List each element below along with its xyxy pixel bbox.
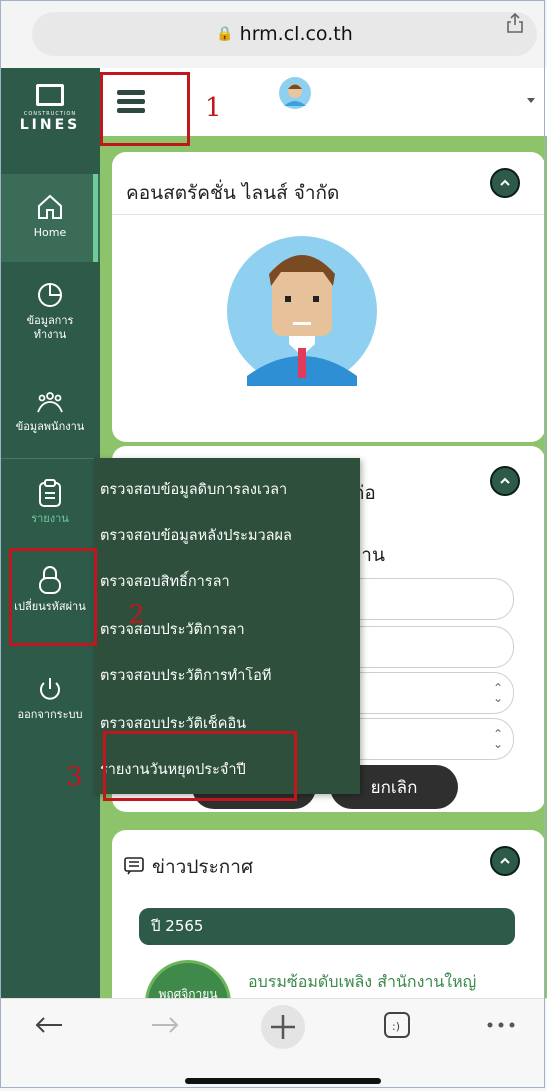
news-year-bar[interactable]: ปี 2565 (139, 908, 515, 945)
home-indicator (185, 1078, 381, 1084)
company-name: คอนสตรัคชั่น ไลนส์ จำกัด (126, 182, 340, 204)
clipboard-icon (39, 479, 61, 507)
lock-icon: 🔒 (216, 26, 234, 42)
menu-item-processed-data[interactable]: ตรวจสอบข้อมูลหลังประมวลผล (100, 524, 292, 547)
sidebar-item-logout[interactable]: ออกจากระบบ (0, 674, 100, 722)
sidebar-item-home[interactable]: Home (0, 174, 100, 262)
more-icon[interactable] (486, 1021, 516, 1029)
news-headline[interactable]: อบรมซ้อมดับเพลิง สำนักงานใหญ่ (248, 970, 476, 995)
back-arrow-icon[interactable] (34, 1015, 64, 1035)
sidebar-item-label: ข้อมูลการทำงาน (26, 314, 74, 341)
profile-card: คอนสตรัคชั่น ไลนส์ จำกัด (112, 152, 545, 442)
avatar[interactable] (278, 76, 312, 110)
sidebar-item-report[interactable]: รายงาน (0, 478, 100, 526)
active-indicator (93, 174, 98, 262)
sidebar-item-label: Home (33, 226, 67, 239)
browser-top-bar: 🔒 hrm.cl.co.th (0, 0, 547, 68)
menu-item-raw-time[interactable]: ตรวจสอบข้อมูลดิบการลงเวลา (100, 478, 287, 501)
sidebar-item-work-data[interactable]: ข้อมูลการทำงาน (0, 280, 100, 342)
annotation-box-1 (100, 72, 190, 146)
logo-big-text: LINES (19, 116, 81, 133)
plus-icon[interactable] (259, 1003, 307, 1051)
menu-item-ot-history[interactable]: ตรวจสอบประวัติการทำโอที (100, 664, 271, 687)
sidebar-item-label: รายงาน (31, 512, 69, 525)
updown-icon: ⌃ ⌄ (492, 727, 503, 751)
sidebar-item-label: ออกจากระบบ (17, 708, 83, 721)
annotation-number-3: 3 (66, 762, 83, 792)
profile-avatar (227, 236, 377, 386)
sidebar-divider (0, 458, 100, 459)
menu-item-leave-history[interactable]: ตรวจสอบประวัติการลา (100, 618, 245, 641)
sidebar: CONSTRUCTION LINES Home ข้อมูลการทำงาน ข… (0, 68, 100, 998)
updown-icon: ⌃ ⌄ (492, 681, 503, 705)
sidebar-item-employee-data[interactable]: ข้อมูลพนักงาน (0, 388, 100, 434)
forward-arrow-icon (152, 1017, 179, 1033)
power-icon (40, 678, 60, 700)
chevron-down-icon[interactable] (527, 98, 535, 103)
chevron-up-icon[interactable] (490, 466, 520, 496)
svg-text::): :) (392, 1020, 400, 1033)
menu-item-leave-rights[interactable]: ตรวจสอบสิทธิ์การลา (100, 570, 230, 593)
annotation-number-2: 2 (128, 600, 145, 630)
pie-chart-icon (38, 283, 62, 307)
logo-mark (36, 83, 64, 106)
url-text: hrm.cl.co.th (239, 23, 353, 45)
message-icon (124, 857, 144, 875)
annotation-box-3 (103, 731, 297, 801)
company-logo[interactable]: CONSTRUCTION LINES (0, 68, 100, 148)
url-bar[interactable]: 🔒 hrm.cl.co.th (32, 12, 537, 56)
chevron-up-icon[interactable] (490, 168, 520, 198)
news-title: ข่าวประกาศ (152, 856, 254, 878)
sidebar-item-label: ข้อมูลพนักงาน (15, 420, 85, 433)
tabs-icon[interactable]: :) (383, 1011, 411, 1039)
chevron-up-icon[interactable] (490, 846, 520, 876)
home-icon (38, 194, 62, 219)
group-icon (37, 392, 63, 413)
share-icon[interactable] (505, 12, 525, 34)
annotation-box-2 (9, 548, 97, 646)
card-divider (112, 214, 545, 215)
annotation-number-1: 1 (205, 93, 222, 123)
